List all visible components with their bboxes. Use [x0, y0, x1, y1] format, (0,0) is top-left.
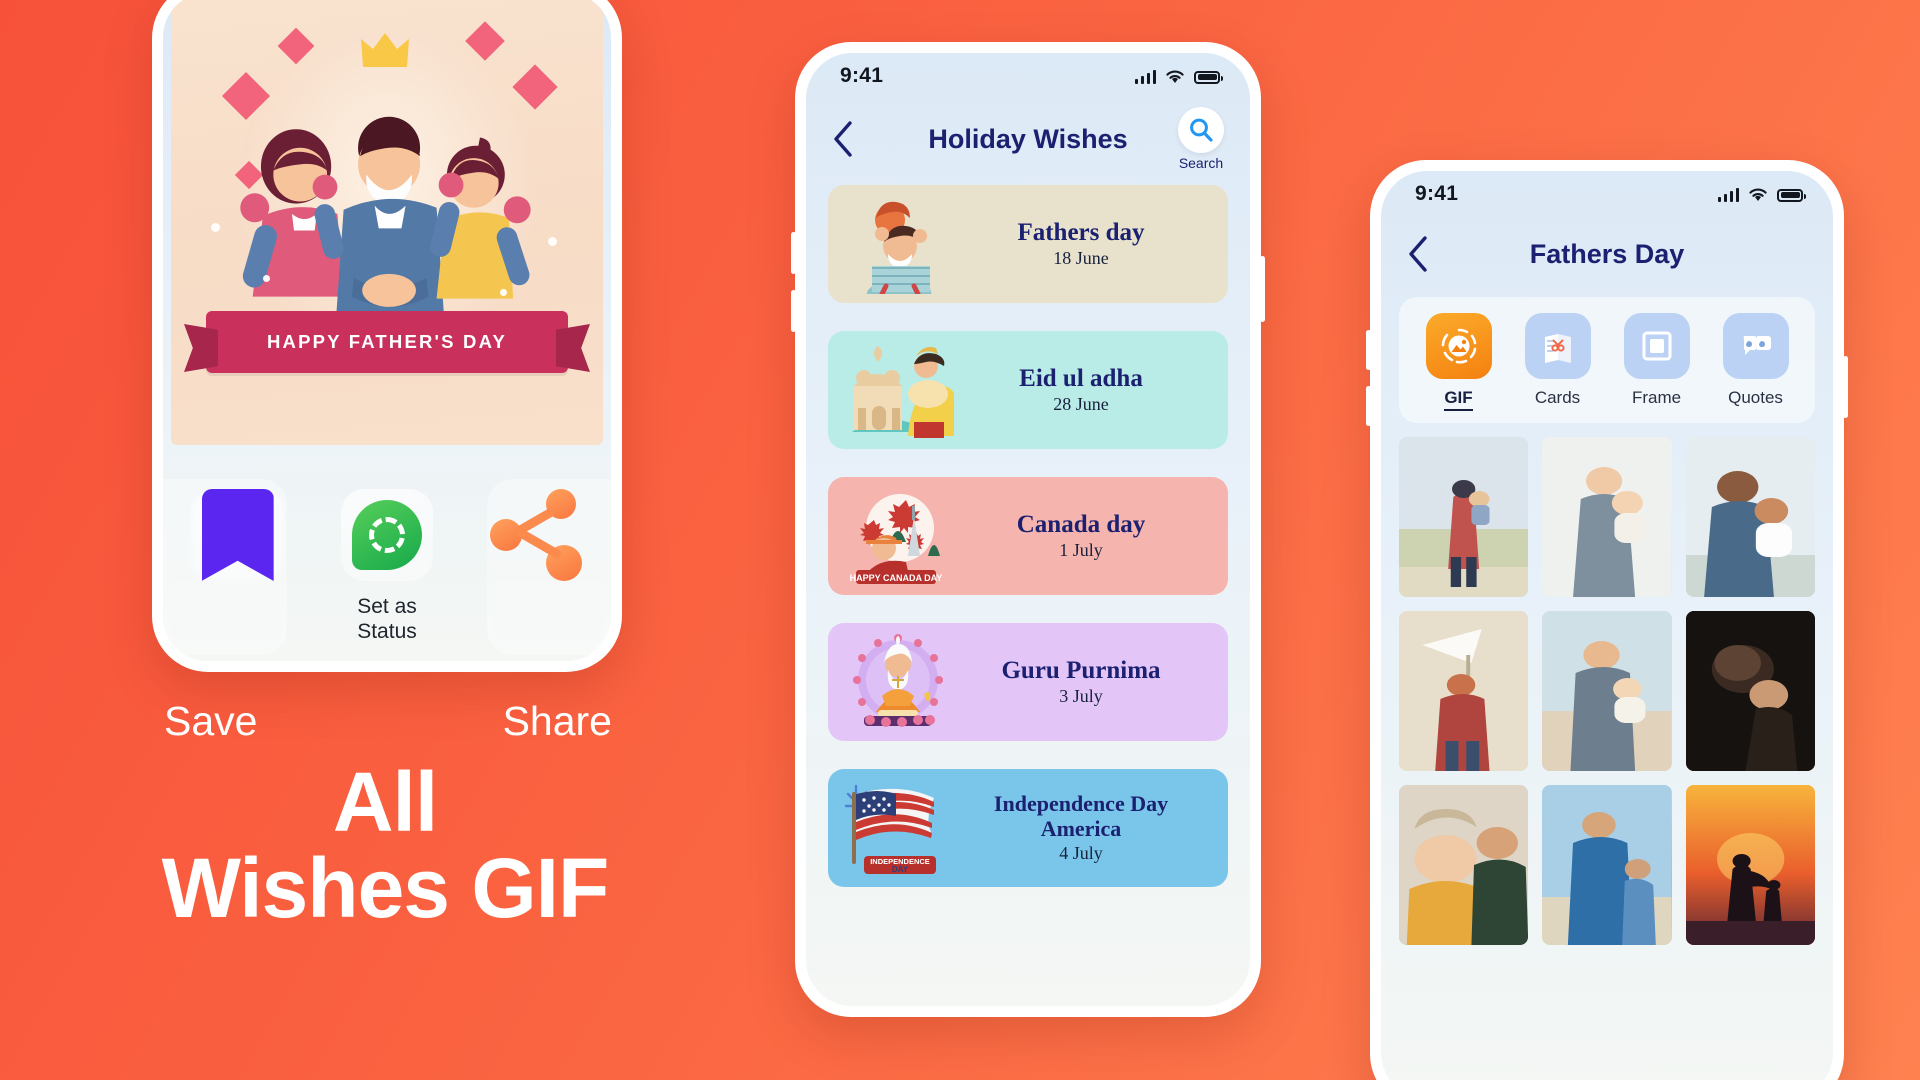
tab-quotes[interactable]: Quotes — [1714, 313, 1798, 411]
tab-cards[interactable]: Cards — [1516, 313, 1600, 411]
svg-text:HAPPY CANADA DAY: HAPPY CANADA DAY — [850, 573, 943, 583]
side-button — [791, 290, 796, 332]
eid-thumb — [842, 340, 961, 440]
side-button — [1366, 330, 1371, 370]
holiday-date: 4 July — [1059, 842, 1103, 863]
phone-right: 9:41 Fathers Day GIF Cards Frame Quotes — [1366, 160, 1848, 1080]
holiday-name: Guru Purnima — [1001, 656, 1161, 684]
battery-icon — [1194, 70, 1223, 84]
photo-thumb[interactable] — [1685, 611, 1815, 771]
status-bar: 9:41 — [1381, 171, 1833, 217]
sparkle-dot — [548, 237, 557, 246]
phone-middle: 9:41 Holiday Wishes Search Fathers day 1… — [791, 42, 1265, 1017]
battery-icon — [1777, 188, 1806, 202]
status-label-line1: Set as — [357, 595, 417, 618]
phone-left: HAPPY FATHER'S DAY Set as Status — [152, 0, 622, 672]
middle-header: Holiday Wishes Search — [806, 99, 1250, 179]
right-header: Fathers Day — [1381, 217, 1833, 291]
whatsapp-status-icon — [351, 500, 422, 570]
holiday-list: Fathers day 18 June Eid ul adha 28 June … — [806, 179, 1250, 887]
set-as-status-action[interactable]: Set as Status — [312, 489, 461, 645]
photo-thumb[interactable] — [1399, 611, 1529, 771]
power-button — [1260, 256, 1265, 322]
photo-thumb[interactable] — [1399, 437, 1529, 597]
fathers-day-thumb — [842, 194, 954, 297]
holiday-card-eid-ul-adha[interactable]: Eid ul adha 28 June — [828, 331, 1228, 449]
quote-icon — [1722, 313, 1789, 379]
tab-label: Cards — [1534, 388, 1581, 407]
cellular-signal-icon — [1134, 69, 1156, 84]
tab-gif[interactable]: GIF — [1417, 313, 1501, 411]
photo-thumb[interactable] — [1685, 785, 1815, 945]
photo-grid — [1381, 423, 1833, 945]
share-cta-label: Share — [502, 698, 612, 744]
search-button[interactable]: Search — [1178, 107, 1224, 171]
share-icon — [490, 489, 583, 581]
side-button — [1366, 386, 1371, 426]
tab-label: Frame — [1631, 388, 1682, 407]
photo-thumb[interactable] — [1685, 437, 1815, 597]
tab-frame[interactable]: Frame — [1615, 313, 1699, 411]
crown-icon — [361, 33, 409, 67]
category-tabs: GIF Cards Frame Quotes — [1399, 297, 1815, 423]
frame-icon — [1623, 313, 1690, 379]
holiday-name: Independence Day America — [993, 791, 1169, 841]
holiday-date: 3 July — [1059, 686, 1103, 707]
save-cta-label: Save — [164, 698, 258, 744]
chevron-left-icon[interactable] — [832, 120, 854, 158]
holiday-date: 1 July — [1059, 540, 1103, 561]
ribbon-banner: HAPPY FATHER'S DAY — [206, 311, 568, 373]
guru-thumb — [842, 632, 954, 732]
set-as-status-label: Set as Status — [357, 595, 417, 645]
holiday-name: Eid ul adha — [1019, 364, 1143, 392]
tab-label: GIF — [1444, 388, 1473, 411]
share-tile[interactable] — [490, 489, 583, 581]
status-time: 9:41 — [840, 64, 884, 87]
wifi-icon — [1166, 70, 1184, 83]
usa-thumb: INDEPENDENCE DAY — [842, 778, 954, 878]
left-screen: HAPPY FATHER'S DAY Set as Status — [163, 0, 611, 661]
status-bar: 9:41 — [806, 53, 1250, 99]
search-icon[interactable] — [1178, 107, 1224, 153]
gif-image-icon — [1425, 313, 1492, 379]
sparkle-dot — [500, 289, 507, 296]
sparkle-dot — [263, 275, 270, 282]
status-label-line2: Status — [357, 619, 417, 643]
wifi-icon — [1749, 188, 1767, 201]
holiday-card-canada-day[interactable]: HAPPY CANADA DAY Canada day 1 July — [828, 477, 1228, 595]
holiday-date: 28 June — [1053, 394, 1109, 415]
headline-line-2: Wishes GIF — [161, 840, 610, 935]
photo-thumb[interactable] — [1542, 785, 1672, 945]
side-button — [791, 232, 796, 274]
photo-thumb[interactable] — [1399, 785, 1529, 945]
svg-text:DAY: DAY — [892, 865, 909, 874]
canada-thumb: HAPPY CANADA DAY — [842, 486, 954, 586]
holiday-name: Fathers day — [1017, 218, 1145, 246]
tab-label: Quotes — [1728, 388, 1783, 407]
cta-row: Save Share — [150, 698, 626, 745]
headline-line-1: All — [332, 755, 438, 849]
status-tile[interactable] — [340, 489, 433, 581]
headline: All Wishes GIF — [100, 755, 670, 935]
holiday-card-independence-day[interactable]: INDEPENDENCE DAY Independence Day Americ… — [828, 769, 1228, 887]
search-label: Search — [1178, 155, 1224, 171]
sparkle-dot — [211, 223, 220, 232]
photo-thumb[interactable] — [1542, 611, 1672, 771]
right-screen: 9:41 Fathers Day GIF Cards Frame Quotes — [1381, 171, 1833, 1080]
power-button — [1843, 356, 1848, 418]
page-title: Fathers Day — [1529, 238, 1685, 269]
photo-thumb[interactable] — [1542, 437, 1672, 597]
cellular-signal-icon — [1717, 187, 1739, 202]
holiday-card-guru-purnima[interactable]: Guru Purnima 3 July — [828, 623, 1228, 741]
holiday-name: Canada day — [1016, 510, 1146, 538]
middle-screen: 9:41 Holiday Wishes Search Fathers day 1… — [806, 53, 1250, 1006]
card-icon — [1524, 313, 1591, 379]
holiday-date: 18 June — [1053, 248, 1109, 269]
holiday-card-fathers-day[interactable]: Fathers day 18 June — [828, 185, 1228, 303]
status-time: 9:41 — [1415, 182, 1459, 205]
action-bar: Set as Status — [163, 461, 611, 661]
fathers-day-gif-card[interactable]: HAPPY FATHER'S DAY — [171, 0, 603, 445]
